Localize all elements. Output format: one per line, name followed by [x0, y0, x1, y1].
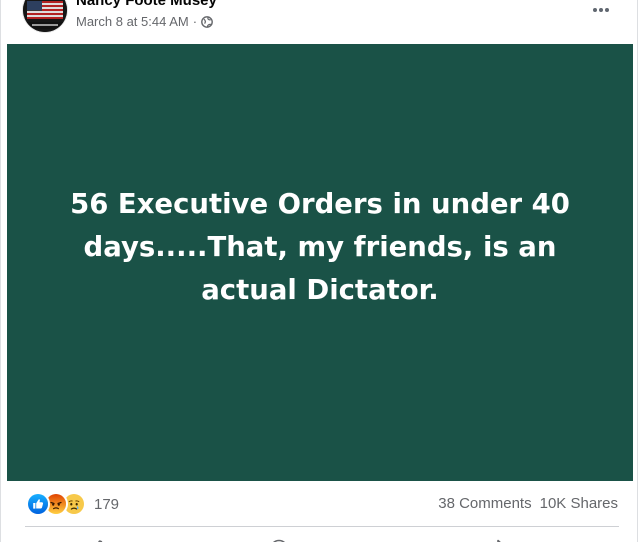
like-icon: [26, 492, 50, 516]
post-meta: March 8 at 5:44 AM ·: [76, 14, 213, 29]
comment-action-icon[interactable]: [269, 537, 289, 542]
reactions-summary[interactable]: 179: [26, 492, 119, 516]
post-text-background[interactable]: 56 Executive Orders in under 40 days....…: [7, 44, 633, 481]
like-action-icon[interactable]: [89, 537, 109, 542]
shares-count[interactable]: 10K Shares: [540, 495, 618, 512]
engagement-counts: 38 Comments 10K Shares: [438, 495, 618, 512]
post-card: Nancy Foote Musey March 8 at 5:44 AM · 5…: [0, 0, 638, 542]
reaction-count[interactable]: 179: [94, 496, 119, 513]
author-avatar[interactable]: [23, 0, 67, 32]
post-timestamp[interactable]: March 8 at 5:44 AM: [76, 14, 189, 29]
share-action-icon[interactable]: [487, 537, 507, 542]
meta-separator: ·: [192, 14, 198, 29]
post-actions-bar: [1, 527, 637, 542]
post-stats-bar: 179 38 Comments 10K Shares: [1, 484, 637, 522]
comments-count[interactable]: 38 Comments: [438, 495, 531, 512]
more-options-button[interactable]: [587, 2, 615, 18]
flag-avatar-image: [23, 0, 67, 32]
author-name[interactable]: Nancy Foote Musey: [76, 0, 217, 9]
more-horizontal-icon: [593, 8, 609, 12]
post-text: 56 Executive Orders in under 40 days....…: [70, 188, 570, 306]
globe-icon[interactable]: [201, 15, 213, 28]
post-header: Nancy Foote Musey March 8 at 5:44 AM ·: [1, 0, 637, 44]
